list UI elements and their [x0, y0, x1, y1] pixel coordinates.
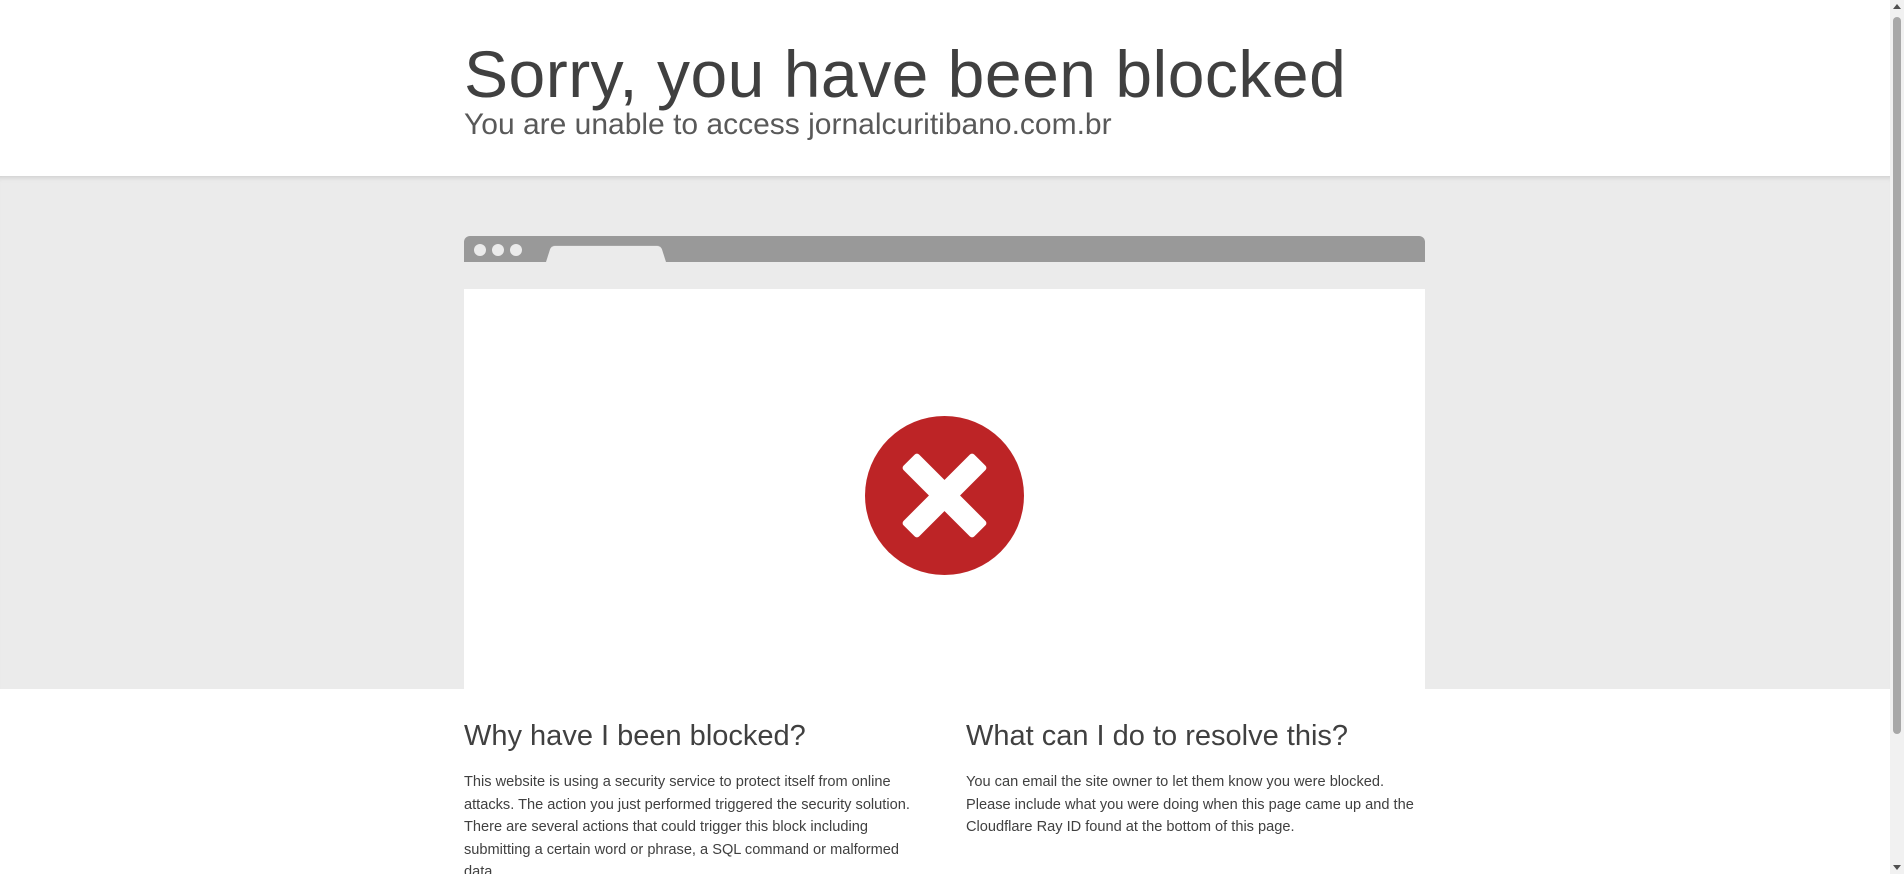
vertical-scrollbar[interactable] — [1890, 0, 1904, 874]
browser-window-illustration — [464, 289, 1425, 689]
resolve-heading: What can I do to resolve this? — [966, 720, 1349, 752]
page-subtitle: You are unable to access jornalcuritiban… — [464, 108, 1112, 141]
why-blocked-heading: Why have I been blocked? — [464, 720, 806, 752]
browser-tab-illustration — [546, 245, 666, 262]
resolve-text: You can email the site owner to let them… — [966, 774, 1414, 835]
why-blocked-section: Why have I been blocked? This website is… — [464, 720, 924, 874]
why-blocked-text: This website is using a security service… — [464, 774, 910, 874]
page-title: Sorry, you have been blocked — [464, 37, 1347, 111]
scroll-down-icon[interactable] — [1893, 865, 1901, 870]
error-x-icon — [865, 416, 1024, 575]
browser-dot-icon — [510, 244, 522, 256]
browser-dot-icon — [492, 244, 504, 256]
resolve-section: What can I do to resolve this? You can e… — [966, 720, 1426, 839]
scrollbar-thumb[interactable] — [1893, 17, 1901, 734]
browser-dot-icon — [474, 244, 486, 256]
page: Sorry, you have been blocked You are una… — [0, 0, 1890, 874]
scroll-up-icon[interactable] — [1893, 4, 1901, 9]
header: Sorry, you have been blocked You are una… — [0, 0, 1890, 176]
browser-bar-illustration — [464, 236, 1425, 262]
